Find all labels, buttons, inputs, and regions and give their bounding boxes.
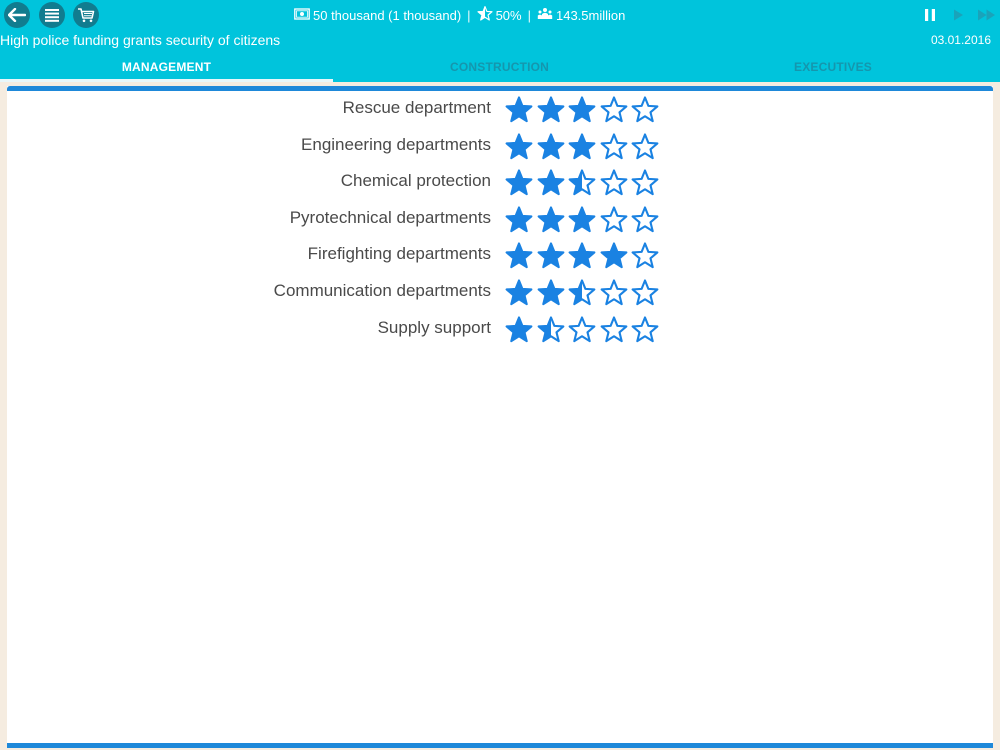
news-ticker: High police funding grants security of c… — [0, 32, 281, 48]
star-rating — [497, 314, 659, 344]
star-rating — [497, 204, 659, 234]
star-filled-icon — [505, 206, 533, 233]
approval-icon — [476, 6, 493, 24]
rating-label: Rescue department — [342, 98, 491, 117]
star-empty-icon — [568, 316, 596, 343]
star-empty-icon — [631, 206, 659, 233]
rating-label: Pyrotechnical departments — [289, 208, 491, 227]
star-empty-icon — [600, 133, 627, 160]
panel-bottom-border — [7, 743, 993, 748]
star-half-icon — [568, 279, 596, 306]
star-half-icon — [568, 169, 596, 196]
star-filled-icon — [568, 206, 596, 233]
star-empty-icon — [631, 169, 659, 196]
money-value: 50 thousand (1 thousand) — [313, 7, 462, 23]
star-rating — [497, 131, 659, 161]
star-filled-icon — [568, 96, 596, 123]
rating-row: Rescue department — [7, 94, 993, 124]
approval-value: 50% — [495, 7, 522, 23]
back-arrow-icon — [8, 8, 26, 22]
rating-label: Communication departments — [273, 281, 491, 300]
population-value: 143.5million — [555, 7, 626, 23]
star-filled-icon — [537, 169, 564, 196]
star-filled-icon — [537, 96, 564, 123]
star-empty-icon — [600, 316, 627, 343]
star-empty-icon — [631, 316, 659, 343]
star-empty-icon — [631, 279, 659, 306]
star-filled-icon — [505, 316, 533, 343]
star-filled-icon — [568, 242, 596, 269]
panel-top-border — [7, 86, 993, 91]
rating-row: Supply support — [7, 314, 993, 344]
star-filled-icon — [505, 169, 533, 196]
game-date: 03.01.2016 — [930, 33, 991, 47]
star-filled-icon — [537, 279, 564, 306]
star-empty-icon — [600, 206, 627, 233]
star-rating — [497, 167, 659, 197]
cart-icon — [78, 8, 95, 23]
active-tab-indicator — [0, 79, 333, 82]
divider: | — [467, 7, 471, 23]
rating-label: Supply support — [377, 318, 491, 337]
star-empty-icon — [600, 279, 627, 306]
star-empty-icon — [631, 133, 659, 160]
star-rating — [497, 240, 659, 270]
top-bar: 50 thousand (1 thousand) | 50% | 143.5mi… — [0, 0, 1000, 82]
play-icon — [954, 9, 963, 21]
divider: | — [527, 7, 531, 23]
menu-button[interactable] — [39, 2, 65, 28]
tab-construction[interactable]: CONSTRUCTION — [333, 55, 666, 81]
tab-management[interactable]: MANAGEMENT — [0, 55, 333, 81]
star-rating — [497, 277, 659, 307]
star-filled-icon — [600, 242, 627, 269]
rating-label: Chemical protection — [340, 171, 491, 190]
fast-forward-icon — [978, 9, 995, 21]
star-rating — [497, 94, 659, 124]
star-filled-icon — [537, 133, 564, 160]
star-filled-icon — [505, 96, 533, 123]
rating-label: Firefighting departments — [307, 244, 491, 263]
star-filled-icon — [505, 279, 533, 306]
pause-button[interactable] — [923, 8, 937, 27]
play-button[interactable] — [951, 8, 965, 27]
star-filled-icon — [537, 242, 564, 269]
rating-row: Chemical protection — [7, 167, 993, 197]
menu-icon — [45, 9, 59, 22]
rating-row: Engineering departments — [7, 131, 993, 161]
population-icon — [537, 7, 553, 23]
rating-row: Firefighting departments — [7, 240, 993, 270]
status-stats: 50 thousand (1 thousand) | 50% | 143.5mi… — [294, 6, 625, 24]
star-filled-icon — [505, 133, 533, 160]
rating-row: Pyrotechnical departments — [7, 204, 993, 234]
star-empty-icon — [600, 169, 627, 196]
rating-row: Communication departments — [7, 277, 993, 307]
fast-forward-button[interactable] — [977, 8, 997, 27]
star-filled-icon — [568, 133, 596, 160]
star-empty-icon — [631, 242, 659, 269]
back-button[interactable] — [4, 2, 30, 28]
management-panel: Rescue department Engineering department… — [7, 86, 993, 748]
money-icon — [294, 7, 310, 23]
rating-label: Engineering departments — [301, 135, 491, 154]
star-filled-icon — [537, 206, 564, 233]
star-half-icon — [537, 316, 564, 343]
shop-button[interactable] — [73, 2, 99, 28]
star-empty-icon — [631, 96, 659, 123]
star-empty-icon — [600, 96, 627, 123]
tab-executives[interactable]: EXECUTIVES — [666, 55, 1000, 81]
star-filled-icon — [505, 242, 533, 269]
pause-icon — [925, 9, 935, 21]
